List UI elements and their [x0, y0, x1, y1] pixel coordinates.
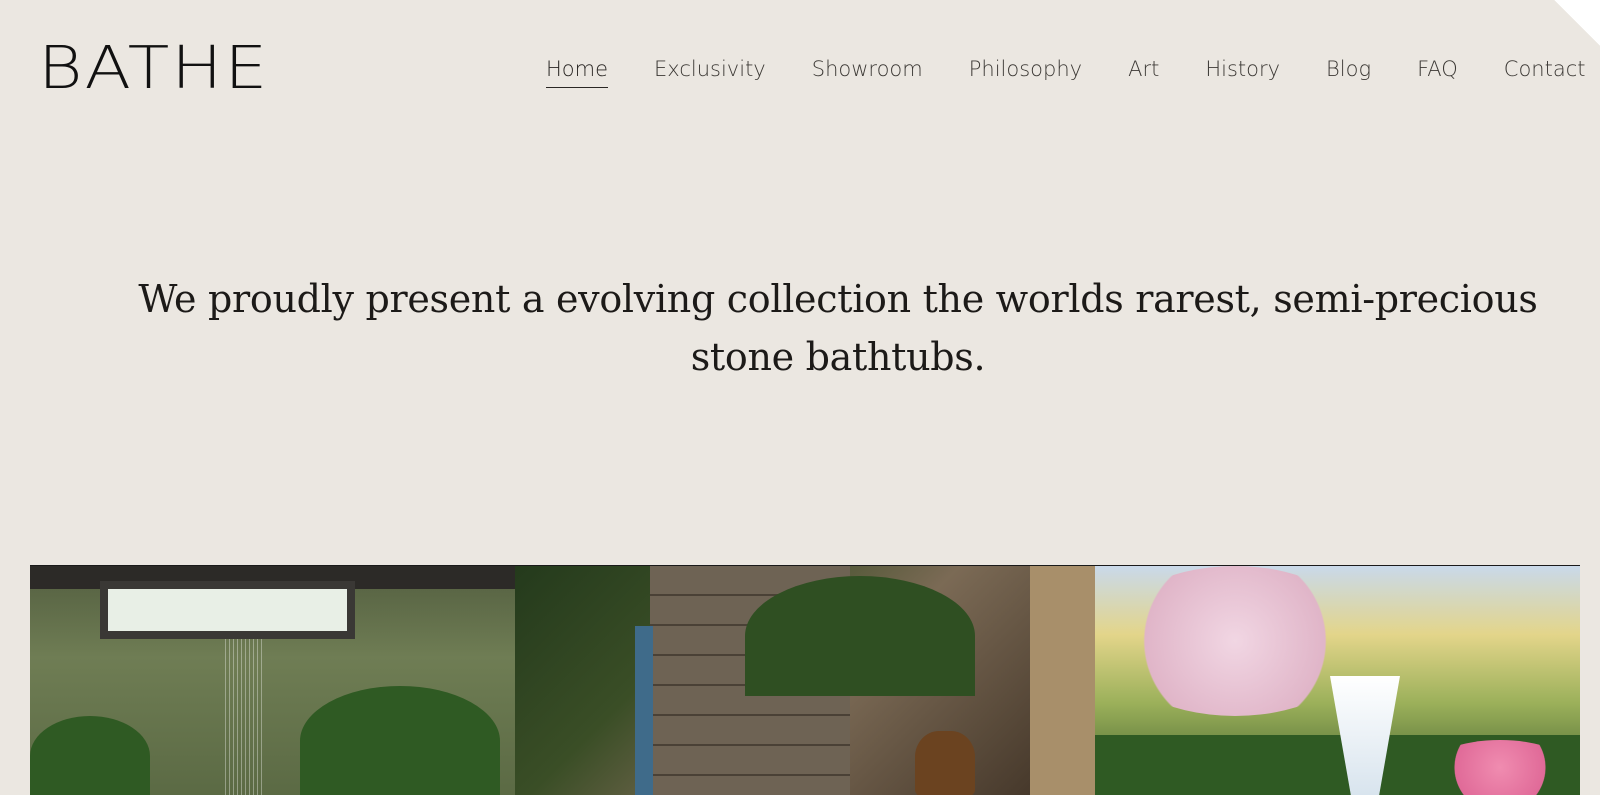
site-logo[interactable]: BATHE: [38, 40, 269, 98]
stone-waterfall-palms-image[interactable]: [515, 566, 1095, 795]
image-gallery: [30, 565, 1580, 795]
fern-right-shape: [300, 686, 500, 795]
nav-item-home[interactable]: Home: [546, 55, 609, 88]
nav-item-faq[interactable]: FAQ: [1417, 55, 1458, 87]
cherry-blossom-shape: [1105, 566, 1365, 716]
nav-item-history[interactable]: History: [1205, 55, 1280, 87]
skylight-shape: [100, 581, 355, 639]
fern-left-shape: [30, 716, 150, 795]
corner-fold: [1554, 0, 1600, 46]
pillar-shape: [1030, 566, 1095, 795]
rain-shower-shape: [225, 639, 265, 795]
garden-fountain-blossoms-image[interactable]: [1095, 566, 1580, 795]
rainfall-shower-skylight-image[interactable]: [30, 566, 515, 795]
pink-flowers-shape: [1430, 740, 1570, 795]
hero-statement: We proudly present a evolving collection…: [138, 277, 1538, 379]
nav-item-philosophy[interactable]: Philosophy: [969, 55, 1082, 87]
vase-shape: [915, 731, 975, 795]
palm-shape: [745, 576, 975, 696]
nav-item-blog[interactable]: Blog: [1326, 55, 1371, 87]
nav-item-contact[interactable]: Contact: [1504, 55, 1586, 87]
main-nav: Home Exclusivity Showroom Philosophy Art…: [546, 55, 1585, 88]
waterfall-shape: [635, 626, 653, 795]
nav-item-exclusivity[interactable]: Exclusivity: [654, 55, 766, 87]
nav-item-showroom[interactable]: Showroom: [812, 55, 923, 87]
nav-item-art[interactable]: Art: [1128, 55, 1159, 87]
